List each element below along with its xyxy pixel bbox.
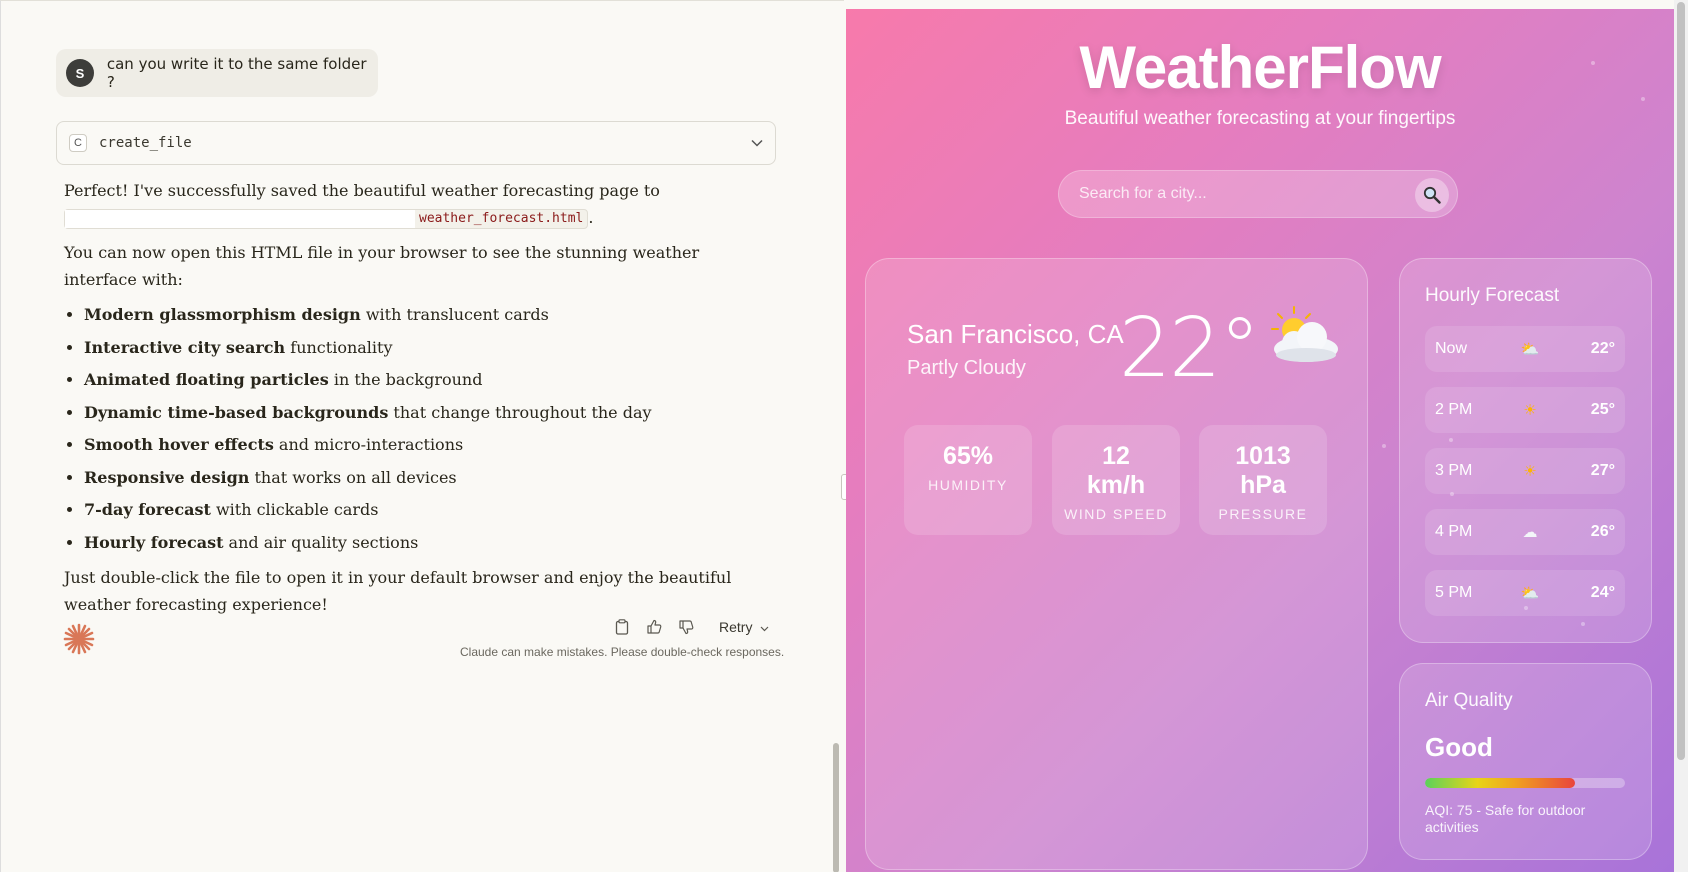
tool-call-create-file[interactable]: C create_file [56,121,776,165]
page-scrollbar-thumb[interactable] [1677,2,1685,760]
partly-cloudy-icon: ⛅ [1520,584,1540,602]
feature-list: Modern glassmorphism design with translu… [84,301,764,556]
tool-name: create_file [99,135,192,151]
hour-temp: 27° [1590,462,1615,479]
cloud-icon: ☁ [1522,523,1538,541]
list-item: Hourly forecast and air quality sections [84,529,764,556]
hour-time: 5 PM [1435,584,1473,601]
air-quality-title: Air Quality [1425,690,1513,711]
assistant-response: Perfect! I've successfully saved the bea… [64,177,764,626]
air-quality-bar [1425,778,1625,788]
hour-time: 4 PM [1435,523,1473,540]
response-closing: Just double-click the file to open it in… [64,567,732,614]
pressure-value: 1013 hPa [1235,442,1291,499]
pressure-label: PRESSURE [1218,506,1308,522]
list-item: Interactive city search functionality [84,334,764,361]
city-search-input[interactable] [1079,185,1399,203]
list-item: 7-day forecast with clickable cards [84,496,764,523]
thumbs-down-icon[interactable] [677,618,695,636]
retry-button[interactable]: Retry [719,619,769,635]
wind-speed-value: 12 km/h [1086,442,1146,499]
weather-condition: Partly Cloudy [907,357,1026,379]
sun-icon: ☀ [1523,462,1537,480]
message-actions: Retry [613,618,769,636]
file-path-code: weather_forecast.html [64,208,589,229]
search-icon [1423,186,1441,204]
partly-cloudy-icon [1264,305,1340,365]
intro-end: . [588,208,594,227]
air-quality-level: Good [1425,732,1493,762]
app-subtitle: Beautiful weather forecasting at your fi… [1064,108,1456,129]
list-item: Modern glassmorphism design with translu… [84,301,764,328]
response-intro: Perfect! I've successfully saved the bea… [64,177,764,231]
hour-temp: 24° [1590,584,1615,601]
hour-temp: 26° [1590,523,1615,540]
hour-time: Now [1435,340,1468,357]
redacted-path [65,209,415,228]
chat-scrollbar[interactable] [833,743,839,872]
air-quality-bar-fill [1425,778,1575,788]
user-message: S can you write it to the same folder ? [56,49,378,97]
hourly-row[interactable]: 4 PM ☁ 26° [1425,509,1625,555]
app-title: WeatherFlow [1079,34,1441,101]
list-item: Dynamic time-based backgrounds that chan… [84,399,764,426]
list-item: Smooth hover effects and micro-interacti… [84,431,764,458]
floating-particle [1382,444,1386,448]
tool-icon: C [69,134,87,152]
file-name: weather_forecast.html [419,211,584,226]
weather-preview: WeatherFlow Beautiful weather forecastin… [846,9,1674,872]
hourly-forecast-title: Hourly Forecast [1425,285,1560,306]
air-quality-description: AQI: 75 - Safe for outdoor activities [1425,802,1586,835]
city-search-bar [1058,170,1458,218]
list-item: Responsive design that works on all devi… [84,464,764,491]
chat-panel: S can you write it to the same folder ? … [0,0,844,872]
list-item: Animated floating particles in the backg… [84,366,764,393]
humidity-label: HUMIDITY [928,477,1008,493]
pressure-stat: 1013 hPa PRESSURE [1199,425,1327,535]
wind-speed-label: WIND SPEED [1064,506,1168,522]
user-message-text: can you write it to the same folder ? [106,55,367,91]
air-quality-card: Air Quality Good AQI: 75 - Safe for outd… [1399,663,1652,860]
user-avatar: S [66,59,94,87]
partly-cloudy-icon: ⛅ [1520,340,1540,358]
retry-label: Retry [719,619,753,635]
hourly-forecast-card: Hourly Forecast Now ⛅ 22° 2 PM ☀ 25° 3 P… [1399,258,1652,643]
humidity-value: 65% [942,442,994,470]
hourly-row[interactable]: 2 PM ☀ 25° [1425,387,1625,433]
hour-temp: 25° [1590,401,1615,418]
current-weather-card: San Francisco, CA Partly Cloudy 22° 65% … [865,258,1368,870]
city-name: San Francisco, CA [907,319,1124,349]
response-intro-text: Perfect! I've successfully saved the bea… [64,181,660,200]
hourly-row[interactable]: 5 PM ⛅ 24° [1425,570,1625,616]
wind-speed-stat: 12 km/h WIND SPEED [1052,425,1180,535]
hour-temp: 22° [1590,340,1615,357]
hour-time: 3 PM [1435,462,1473,479]
chevron-down-icon[interactable] [751,136,763,150]
hourly-row[interactable]: 3 PM ☀ 27° [1425,448,1625,494]
claude-spark-icon [61,621,97,657]
copy-icon[interactable] [613,618,631,636]
hour-time: 2 PM [1435,401,1473,418]
humidity-stat: 65% HUMIDITY [904,425,1032,535]
sun-icon: ☀ [1523,401,1537,419]
response-open-text: You can now open this HTML file in your … [64,243,700,289]
hourly-row[interactable]: Now ⛅ 22° [1425,326,1625,372]
disclaimer-text: Claude can make mistakes. Please double-… [460,645,785,659]
search-button[interactable] [1415,178,1449,212]
thumbs-up-icon[interactable] [645,618,663,636]
current-temperature: 22° [1119,301,1260,396]
